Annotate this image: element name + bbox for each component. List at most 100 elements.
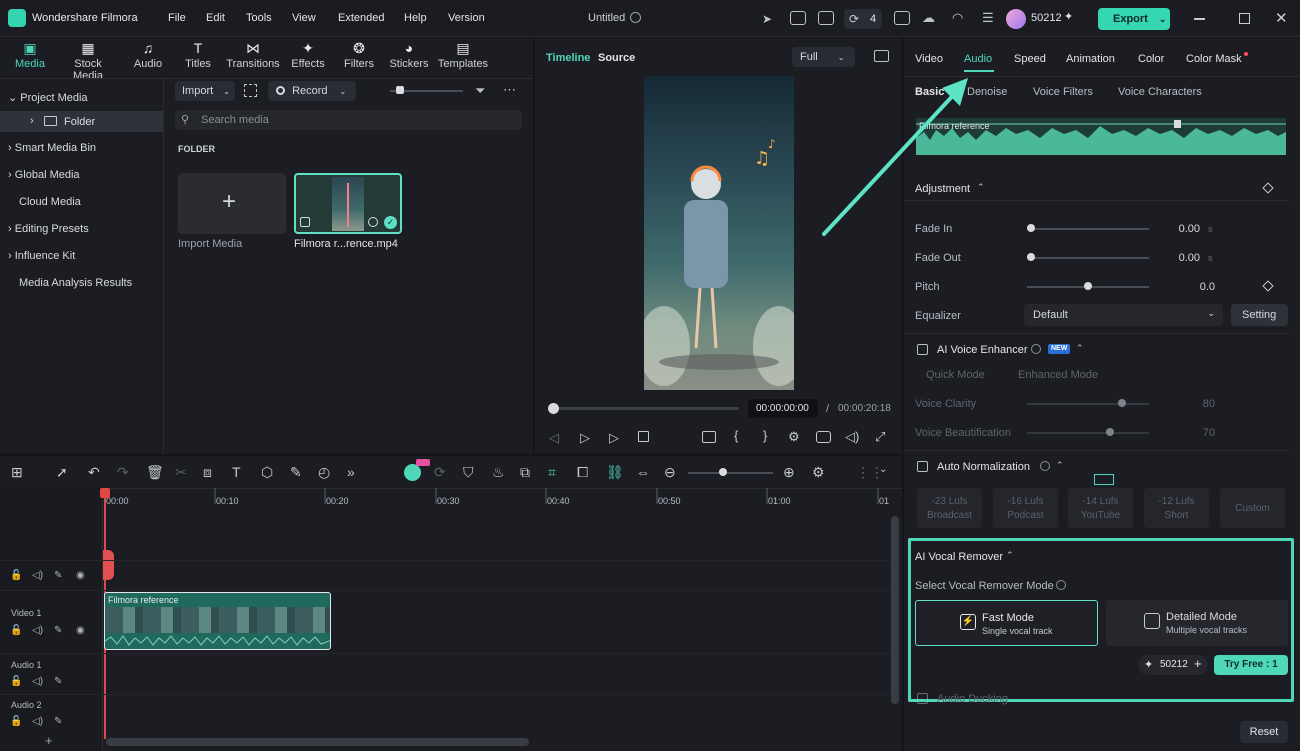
- track-effect-icon[interactable]: ✎: [54, 676, 62, 687]
- link-icon[interactable]: ⛓: [606, 464, 624, 481]
- ai-copilot-icon[interactable]: [404, 464, 421, 481]
- stop-icon[interactable]: [638, 431, 649, 442]
- voice-clarity-slider[interactable]: [1027, 403, 1149, 405]
- snapshot-icon[interactable]: [816, 431, 831, 443]
- minimize-icon[interactable]: [1194, 18, 1205, 20]
- menu-view[interactable]: View: [292, 12, 316, 24]
- tab-video[interactable]: Video: [915, 53, 943, 65]
- crop-icon[interactable]: ⧈: [203, 464, 212, 481]
- timeline-vertical-scrollbar[interactable]: [891, 516, 899, 704]
- voice-beautification-handle[interactable]: [1106, 428, 1114, 436]
- play-icon[interactable]: ▷: [609, 430, 619, 446]
- pitch-value[interactable]: 0.0: [1160, 281, 1215, 293]
- voice-beautification-value[interactable]: 70: [1160, 427, 1215, 439]
- track-effect-icon[interactable]: ✎: [54, 625, 62, 636]
- tab-speed[interactable]: Speed: [1014, 53, 1046, 65]
- tab-color-mask[interactable]: Color Mask: [1186, 53, 1242, 65]
- video-clip[interactable]: Filmora reference: [104, 592, 331, 650]
- tab-effects[interactable]: ✦ Effects: [280, 40, 336, 70]
- quick-mode-option[interactable]: Quick Mode: [926, 369, 985, 381]
- visibility-icon[interactable]: ◉: [76, 570, 85, 581]
- playback-scrubber[interactable]: [553, 407, 739, 410]
- zoom-in-icon[interactable]: ⊕: [783, 464, 795, 481]
- auto-ripple-icon[interactable]: ⟳: [434, 464, 446, 481]
- sidebar-item-cloud-media[interactable]: Cloud Media: [19, 196, 81, 208]
- sidebar-item-global-media[interactable]: › Global Media: [8, 169, 80, 181]
- timeline-zoom-handle[interactable]: [719, 468, 727, 476]
- tab-color[interactable]: Color: [1138, 53, 1164, 65]
- cut-icon[interactable]: ✂: [175, 464, 187, 481]
- maximize-icon[interactable]: [1239, 13, 1250, 24]
- import-media-tile[interactable]: +: [178, 173, 286, 234]
- clip-marker[interactable]: [103, 550, 114, 580]
- fade-in-value[interactable]: 0.00: [1160, 223, 1200, 235]
- search-bar[interactable]: ⚲ Search media: [175, 110, 522, 130]
- lufs-preset-short[interactable]: -12 Lufs Short: [1144, 488, 1209, 528]
- current-time-display[interactable]: 00:00:00:00: [748, 399, 818, 418]
- text-icon[interactable]: T: [232, 464, 241, 480]
- auto-normalization-checkbox[interactable]: [917, 461, 928, 472]
- tab-timeline[interactable]: Timeline: [546, 52, 590, 64]
- mute-icon[interactable]: ◁): [32, 676, 43, 687]
- scan-icon[interactable]: [244, 84, 257, 97]
- import-dropdown[interactable]: Import ⌄: [175, 81, 235, 101]
- tab-media[interactable]: ▣ Media: [2, 40, 58, 70]
- try-free-button[interactable]: Try Free : 1: [1214, 655, 1288, 675]
- headset-icon[interactable]: ◠: [952, 10, 963, 26]
- cloud-icon[interactable]: ☁: [922, 10, 935, 26]
- search-input[interactable]: Search media: [201, 114, 269, 126]
- audio-stretch-icon[interactable]: ♨: [492, 464, 505, 481]
- track-effect-icon[interactable]: ✎: [54, 716, 62, 727]
- fade-in-slider[interactable]: [1027, 228, 1149, 230]
- tab-templates[interactable]: ▤ Templates: [435, 40, 491, 70]
- voice-clarity-value[interactable]: 80: [1160, 398, 1215, 410]
- equalizer-setting-button[interactable]: Setting: [1231, 304, 1288, 326]
- mute-icon[interactable]: ◁): [32, 625, 43, 636]
- subtab-voice-characters[interactable]: Voice Characters: [1118, 86, 1202, 98]
- mark-in-icon[interactable]: {: [734, 428, 738, 443]
- tab-titles[interactable]: T Titles: [170, 40, 226, 70]
- zoom-dropdown[interactable]: Full ⌄: [792, 47, 855, 67]
- shape-icon[interactable]: ⬡: [261, 464, 273, 481]
- lufs-preset-youtube[interactable]: -14 Lufs YouTube: [1068, 488, 1133, 528]
- lufs-preset-custom[interactable]: Custom: [1220, 488, 1285, 528]
- undo-icon[interactable]: ↶: [88, 464, 100, 481]
- playhead-handle[interactable]: [100, 488, 110, 498]
- lock-icon[interactable]: 🔓: [10, 676, 22, 687]
- pen-icon[interactable]: ✎: [290, 464, 302, 481]
- sidebar-item-project-media[interactable]: ⌄ Project Media: [8, 91, 88, 104]
- enhanced-mode-option[interactable]: Enhanced Mode: [1018, 369, 1098, 381]
- menu-extended[interactable]: Extended: [338, 12, 384, 24]
- audio-ducking-checkbox[interactable]: [917, 693, 928, 704]
- reset-button[interactable]: Reset: [1240, 721, 1288, 743]
- help-icon[interactable]: [1040, 461, 1050, 471]
- mute-icon[interactable]: ◁): [32, 570, 43, 581]
- timeline-zoom-slider[interactable]: [688, 472, 773, 474]
- volume-icon[interactable]: ◁): [845, 429, 859, 445]
- subtab-voice-filters[interactable]: Voice Filters: [1033, 86, 1093, 98]
- pitch-handle[interactable]: [1084, 282, 1092, 290]
- volume-keyframe-handle[interactable]: [1174, 120, 1181, 128]
- snap-icon[interactable]: ⌗: [548, 464, 556, 481]
- zoom-out-icon[interactable]: ⊖: [664, 464, 676, 481]
- menu-list-icon[interactable]: ☰: [982, 10, 994, 26]
- visibility-icon[interactable]: ◉: [76, 625, 85, 636]
- detailed-mode-option[interactable]: Detailed Mode Multiple vocal tracks: [1106, 600, 1288, 646]
- news-icon[interactable]: [790, 11, 806, 25]
- fade-out-slider[interactable]: [1027, 257, 1149, 259]
- marker-icon[interactable]: ⛉: [463, 464, 474, 481]
- redo-icon[interactable]: ↷: [117, 464, 129, 481]
- credits-plus-icon[interactable]: ✦: [1064, 10, 1073, 23]
- more-tools-icon[interactable]: »: [347, 464, 355, 480]
- fade-in-handle[interactable]: [1027, 224, 1035, 232]
- media-clip-thumbnail[interactable]: ✓: [294, 173, 402, 234]
- lufs-preset-podcast[interactable]: -16 Lufs Podcast: [993, 488, 1058, 528]
- menu-version[interactable]: Version: [448, 12, 485, 24]
- avatar[interactable]: [1006, 9, 1026, 29]
- image-icon[interactable]: [874, 50, 889, 62]
- tab-stickers[interactable]: ◕ Stickers: [381, 40, 437, 70]
- tab-source[interactable]: Source: [598, 52, 635, 64]
- layout-grid-icon[interactable]: ⊞: [11, 464, 23, 481]
- save-icon[interactable]: [894, 11, 910, 25]
- more-icon[interactable]: ⋯: [503, 82, 516, 98]
